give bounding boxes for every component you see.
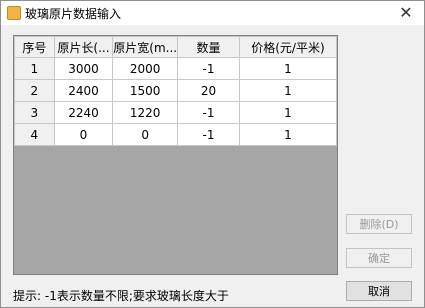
table-row: 2 2400 1500 20 1 bbox=[14, 79, 338, 102]
quantity-cell[interactable]: -1 bbox=[177, 123, 240, 146]
quantity-cell[interactable]: 20 bbox=[177, 79, 240, 102]
length-cell[interactable]: 2240 bbox=[53, 101, 114, 124]
quantity-cell[interactable]: -1 bbox=[177, 101, 240, 124]
table-row: 1 3000 2000 -1 1 bbox=[14, 57, 338, 80]
width-cell[interactable]: 2000 bbox=[112, 57, 179, 80]
delete-button[interactable]: 删除(D) bbox=[346, 214, 412, 234]
width-cell[interactable]: 1220 bbox=[112, 101, 179, 124]
window-title: 玻璃原片数据输入 bbox=[25, 7, 122, 21]
cancel-button[interactable]: 取消 bbox=[346, 281, 412, 301]
table-row: 4 0 0 -1 1 bbox=[14, 123, 338, 146]
length-cell[interactable]: 2400 bbox=[53, 79, 114, 102]
column-header-length[interactable]: 原片长(... bbox=[53, 36, 114, 58]
title-bar: 玻璃原片数据输入 ✕ bbox=[1, 1, 424, 25]
dialog-body: 序号 原片长(... 原片宽(m... 数量 价格(元/平米) 1 3000 2… bbox=[1, 25, 424, 307]
row-index-cell[interactable]: 4 bbox=[14, 123, 55, 146]
app-icon bbox=[7, 6, 21, 20]
price-cell[interactable]: 1 bbox=[238, 79, 338, 102]
width-cell[interactable]: 0 bbox=[112, 123, 179, 146]
price-cell[interactable]: 1 bbox=[238, 123, 338, 146]
length-cell[interactable]: 0 bbox=[53, 123, 114, 146]
price-cell[interactable]: 1 bbox=[238, 57, 338, 80]
row-index-cell[interactable]: 1 bbox=[14, 57, 55, 80]
hint-text: 提示: -1表示数量不限;要求玻璃长度大于 bbox=[13, 289, 229, 303]
dialog-window: 玻璃原片数据输入 ✕ 序号 原片长(... 原片宽(m... 数量 价格(元/平… bbox=[0, 0, 425, 308]
column-header-index[interactable]: 序号 bbox=[14, 36, 55, 58]
confirm-button[interactable]: 确定 bbox=[346, 248, 412, 268]
column-header-quantity[interactable]: 数量 bbox=[177, 36, 240, 58]
quantity-cell[interactable]: -1 bbox=[177, 57, 240, 80]
close-icon[interactable]: ✕ bbox=[396, 3, 416, 23]
row-index-cell[interactable]: 2 bbox=[14, 79, 55, 102]
row-index-cell[interactable]: 3 bbox=[14, 101, 55, 124]
width-cell[interactable]: 1500 bbox=[112, 79, 179, 102]
header-row: 序号 原片长(... 原片宽(m... 数量 价格(元/平米) bbox=[14, 36, 338, 58]
glass-table: 序号 原片长(... 原片宽(m... 数量 价格(元/平米) 1 3000 2… bbox=[14, 36, 338, 146]
price-cell[interactable]: 1 bbox=[238, 101, 338, 124]
data-grid[interactable]: 序号 原片长(... 原片宽(m... 数量 价格(元/平米) 1 3000 2… bbox=[13, 35, 338, 275]
table-row: 3 2240 1220 -1 1 bbox=[14, 101, 338, 124]
column-header-price[interactable]: 价格(元/平米) bbox=[238, 36, 338, 58]
length-cell[interactable]: 3000 bbox=[53, 57, 114, 80]
column-header-width[interactable]: 原片宽(m... bbox=[112, 36, 179, 58]
